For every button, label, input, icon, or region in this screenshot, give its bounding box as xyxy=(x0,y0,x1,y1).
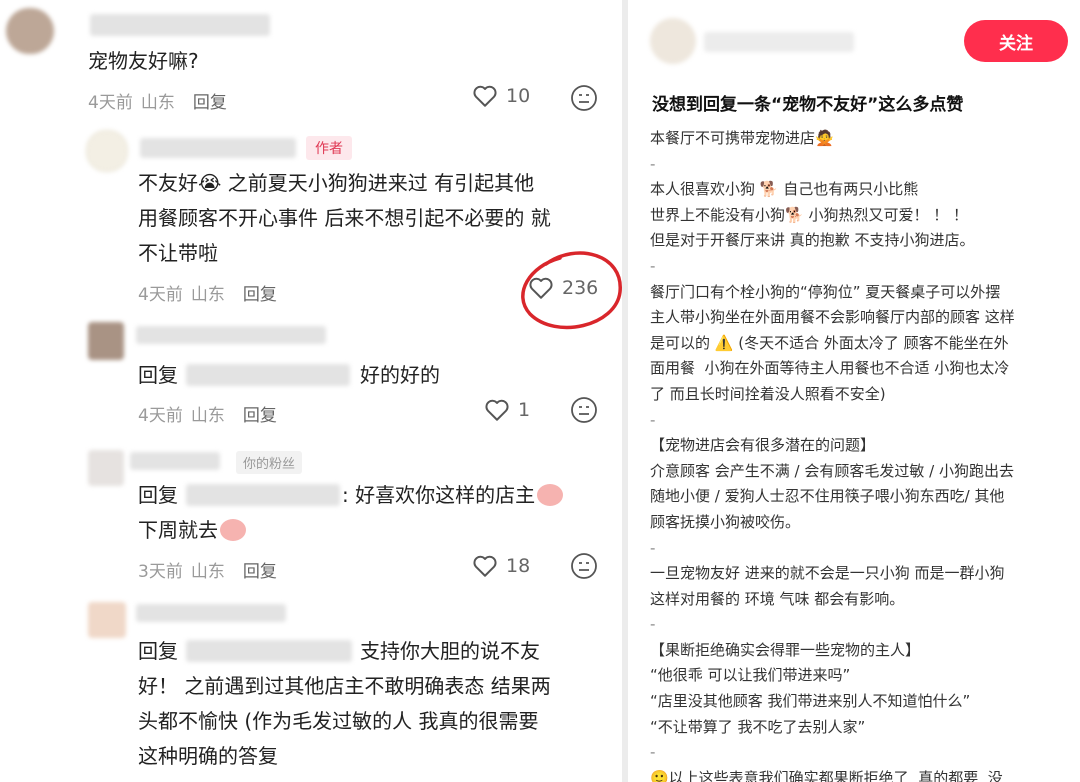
section-separator: - xyxy=(650,743,656,762)
reply-button[interactable]: 回复 xyxy=(243,280,277,305)
comments-panel: 宠物友好嘛? 4天前 山东 回复 10 作者 不友好😭 之前夏天小狗狗进来过 有… xyxy=(0,0,622,782)
fan-tag: 你的粉丝 xyxy=(236,451,303,474)
peach-emoji-icon xyxy=(220,518,246,541)
comment-meta: 3天前 山东 回复 xyxy=(138,557,277,582)
comment-text-line-4: 这种明确的答复 xyxy=(138,744,278,768)
comment-time: 4天前 xyxy=(138,285,183,305)
reply-prefix: 回复 xyxy=(138,639,178,663)
comment-text: 支持你大胆的说不友 xyxy=(360,639,540,663)
comment-text-line-2: 下周就去 xyxy=(138,513,248,548)
like-count: 18 xyxy=(506,555,531,577)
post-body: 本餐厅不可携带宠物进店🙅 - 本人很喜欢小狗 🐕 自己也有两只小比熊世界上不能没有小… xyxy=(650,126,1070,782)
post-body-line: 一旦宠物友好 进来的就不会是一只小狗 而是一群小狗 xyxy=(650,564,1005,583)
like-button[interactable]: 10 xyxy=(472,84,530,108)
unhappy-face-icon xyxy=(571,397,597,423)
post-body-line: 主人带小狗坐在外面用餐不会影响餐厅内部的顾客 这样 xyxy=(650,308,1015,327)
avatar[interactable] xyxy=(88,602,126,638)
username-redacted[interactable] xyxy=(130,452,220,470)
post-body-line: 本人很喜欢小狗 🐕 自己也有两只小比熊 xyxy=(650,180,919,199)
reply-button[interactable]: 回复 xyxy=(243,557,277,582)
comment-location: 山东 xyxy=(190,285,225,305)
comment-location: 山东 xyxy=(190,562,225,582)
section-separator: - xyxy=(650,615,656,634)
post-body-line: 🙂以上这些表意我们确实都果断拒绝了 真的都要 没 xyxy=(650,768,1003,782)
comment-text-line-3: 头都不愉快 (作为毛发过敏的人 我真的很需要 xyxy=(138,709,539,733)
comment-text-line-2: 好！ 之前遇到过其他店主不敢明确表态 结果两 xyxy=(138,674,551,698)
post-body-line: 这样对用餐的 环境 气味 都会有影响。 xyxy=(650,589,905,608)
author-tag: 作者 xyxy=(306,136,352,160)
section-separator: - xyxy=(650,538,656,557)
reply-button[interactable]: 回复 xyxy=(193,88,227,113)
comment-location: 山东 xyxy=(190,406,225,426)
reply-prefix: 回复 xyxy=(138,363,178,387)
post-body-line: “不让带算了 我不吃了去别人家” xyxy=(650,717,866,736)
heart-icon xyxy=(485,399,509,421)
dislike-button[interactable] xyxy=(570,84,598,112)
peach-emoji-icon xyxy=(537,483,564,506)
avatar[interactable] xyxy=(88,450,124,486)
like-count: 10 xyxy=(506,85,531,107)
comment-time: 3天前 xyxy=(138,562,183,582)
mentioned-user-redacted[interactable] xyxy=(186,640,352,662)
dislike-button[interactable] xyxy=(570,552,598,580)
mentioned-user-redacted[interactable] xyxy=(186,364,350,386)
author-avatar[interactable] xyxy=(86,130,128,172)
comment-text-line-3: 不让带啦 xyxy=(138,241,218,265)
comment-text-line-1: 不友好😭 之前夏天小狗狗进来过 有引起其他 xyxy=(138,171,535,195)
avatar[interactable] xyxy=(6,8,54,54)
username-redacted[interactable] xyxy=(90,14,270,36)
post-body-line: 了 而且长时间拴着没人照看不安全) xyxy=(650,384,886,403)
mentioned-user-redacted[interactable] xyxy=(186,484,340,506)
like-count: 1 xyxy=(518,399,531,421)
unhappy-face-icon xyxy=(571,553,597,579)
like-button[interactable]: 18 xyxy=(472,554,530,578)
post-title: 没想到回复一条“宠物不友好”这么多点赞 xyxy=(652,95,964,115)
username-redacted[interactable] xyxy=(704,32,854,52)
comment-text-line-2: 用餐顾客不开心事件 后来不想引起不必要的 就 xyxy=(138,206,551,230)
comment-time: 4天前 xyxy=(88,93,133,113)
dislike-button[interactable] xyxy=(570,396,598,424)
red-circle-annotation xyxy=(521,251,622,330)
unhappy-face-icon xyxy=(571,85,597,111)
comment-text-content: 下周就去 xyxy=(138,518,218,542)
heart-icon xyxy=(473,85,497,107)
heart-icon xyxy=(473,555,497,577)
comment-text-content: : 好喜欢你这样的店主 xyxy=(342,483,536,507)
post-body-line: 介意顾客 会产生不满 / 会有顾客毛发过敏 / 小狗跑出去 xyxy=(650,461,1014,480)
comment-meta: 4天前 山东 回复 xyxy=(138,401,277,426)
post-body-line: 世界上不能没有小狗🐕 小狗热烈又可爱！ ！ ！ xyxy=(650,205,968,224)
post-body-line: 面用餐 小狗在外面等待主人用餐也不合适 小狗也太冷 xyxy=(650,359,1010,378)
username-redacted[interactable] xyxy=(136,604,286,622)
post-body-line: 但是对于开餐厅来讲 真的抱歉 不支持小狗进店。 xyxy=(650,231,975,250)
post-body-line: “他很乖 可以让我们带进来吗” xyxy=(650,666,851,685)
comment-text: 宠物友好嘛? xyxy=(88,49,199,73)
comment-text: : 好喜欢你这样的店主 xyxy=(342,478,565,513)
comment-meta: 4天前 山东 回复 xyxy=(138,280,277,305)
post-body-line: 是可以的 ⚠️ (冬天不适合 外面太冷了 顾客不能坐在外 xyxy=(650,333,1009,352)
avatar[interactable] xyxy=(88,322,124,360)
username-redacted[interactable] xyxy=(136,326,326,344)
like-button[interactable]: 1 xyxy=(484,398,530,422)
follow-button[interactable]: 关注 xyxy=(964,20,1068,62)
section-separator: - xyxy=(650,256,656,275)
post-body-line: “店里没其他顾客 我们带进来别人不知道怕什么” xyxy=(650,692,971,711)
section-separator: - xyxy=(650,410,656,429)
author-avatar[interactable] xyxy=(650,18,696,64)
comment-time: 4天前 xyxy=(138,406,183,426)
section-separator: - xyxy=(650,154,656,173)
post-body-line: 餐厅门口有个栓小狗的“停狗位” 夏天餐桌子可以外摆 xyxy=(650,282,1001,301)
post-body-line: 【果断拒绝确实会得罪一些宠物的主人】 xyxy=(650,640,921,659)
post-body-line: 【宠物进店会有很多潜在的问题】 xyxy=(650,436,876,455)
post-body-line: 随地小便 / 爱狗人士忍不住用筷子喂小狗东西吃/ 其他 xyxy=(650,487,1005,506)
post-panel: 关注 没想到回复一条“宠物不友好”这么多点赞 本餐厅不可携带宠物进店🙅 - 本人很喜… xyxy=(628,0,1080,782)
username-redacted[interactable] xyxy=(140,138,296,158)
reply-button[interactable]: 回复 xyxy=(243,401,277,426)
comment-location: 山东 xyxy=(140,93,175,113)
post-body-line: 顾客抚摸小狗被咬伤。 xyxy=(650,512,801,531)
reply-prefix: 回复 xyxy=(138,483,178,507)
post-body-line: 本餐厅不可携带宠物进店🙅 xyxy=(650,129,834,147)
comment-text: 好的好的 xyxy=(360,363,440,387)
comment-meta: 4天前 山东 回复 xyxy=(88,88,227,113)
